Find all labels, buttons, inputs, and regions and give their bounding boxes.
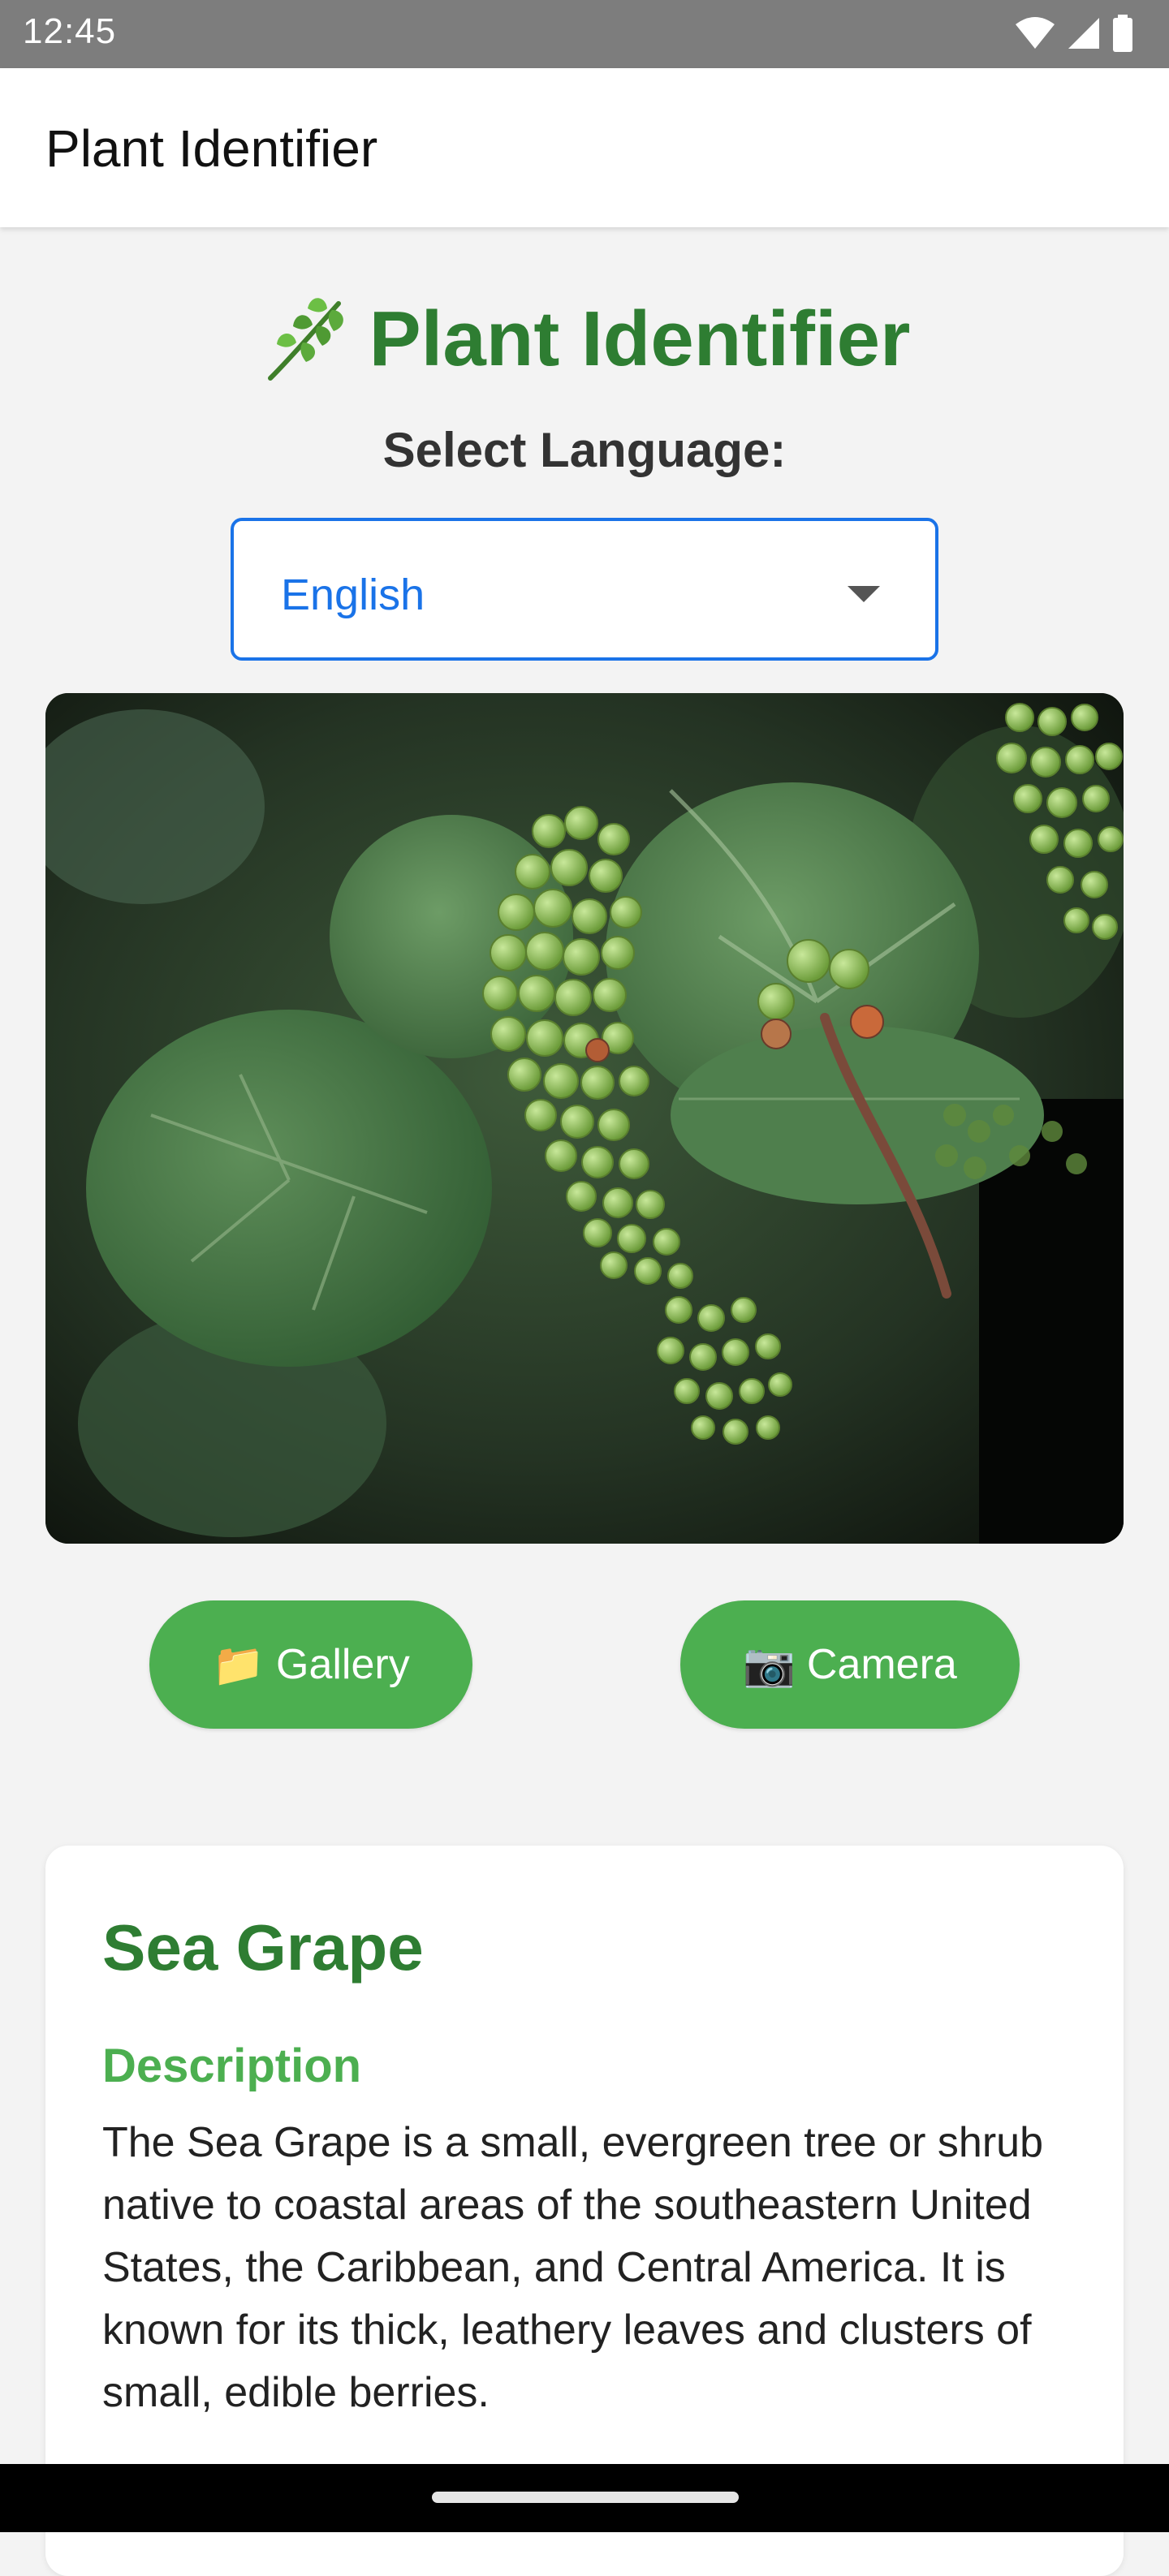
camera-button[interactable]: 📷 Camera (680, 1600, 1020, 1729)
page-heading: Plant Identifier (0, 294, 1169, 385)
navigation-bar (0, 2464, 1169, 2532)
language-label: Select Language: (382, 423, 787, 477)
language-select-value: English (281, 571, 425, 619)
wifi-icon (1016, 17, 1055, 49)
herb-leaf-icon (267, 298, 343, 381)
camera-button-label: Camera (806, 1641, 957, 1688)
gallery-button-label: Gallery (276, 1641, 410, 1688)
plant-name: Sea Grape (102, 1911, 424, 1984)
description-heading: Description (102, 2040, 362, 2092)
camera-icon: 📷 (743, 1641, 796, 1689)
page-title: Plant Identifier (369, 295, 911, 382)
language-select[interactable]: English (231, 518, 938, 661)
sea-grape-image (45, 693, 1124, 1544)
status-icons (1015, 15, 1133, 52)
status-bar: 12:45 (0, 0, 1169, 68)
app-bar: Plant Identifier (0, 68, 1169, 227)
gallery-button[interactable]: 📁 Gallery (149, 1600, 472, 1729)
dropdown-arrow-icon (848, 586, 880, 602)
cell-signal-icon (1068, 18, 1099, 49)
plant-photo (45, 693, 1124, 1544)
battery-icon (1113, 15, 1132, 52)
folder-icon: 📁 (212, 1641, 265, 1689)
home-gesture-handle[interactable] (432, 2492, 739, 2503)
description-text: The Sea Grape is a small, evergreen tree… (102, 2119, 1044, 2416)
status-time: 12:45 (23, 11, 117, 51)
app-bar-title: Plant Identifier (45, 119, 378, 178)
